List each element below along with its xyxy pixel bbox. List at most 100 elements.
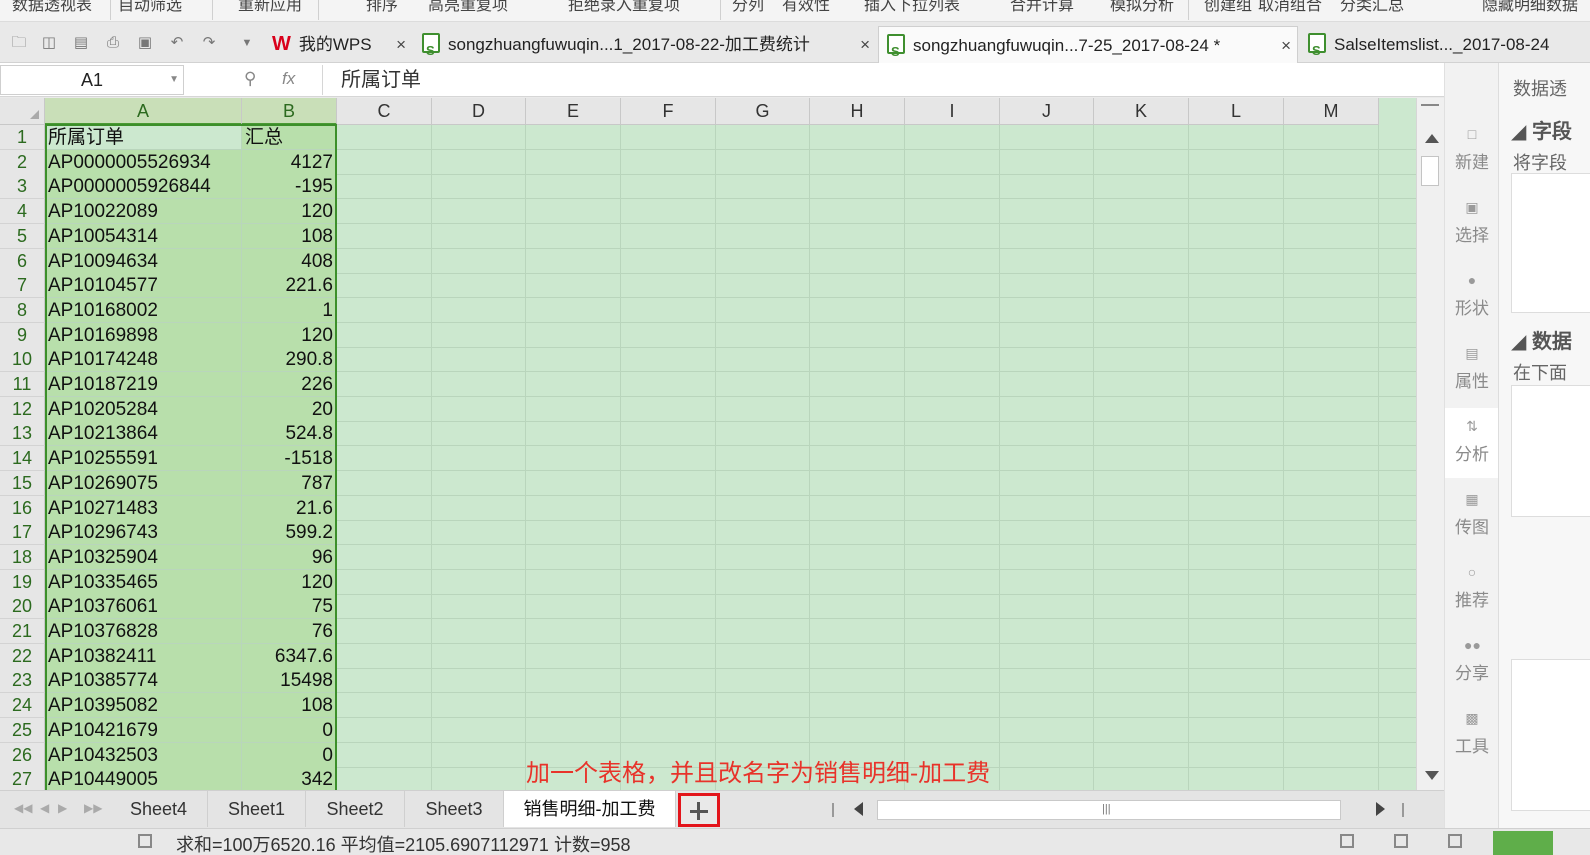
cell-order-id[interactable]: AP10296743	[45, 520, 242, 546]
cell-total[interactable]: 15498	[242, 668, 337, 694]
cell-order-id[interactable]: AP10421679	[45, 717, 242, 743]
tab-workbook-processing-fee[interactable]: songzhuangfuwuqin...1_2017-08-22-加工费统计 ×	[414, 26, 876, 69]
cell-total[interactable]: 21.6	[242, 495, 337, 521]
cell-order-id[interactable]: AP10022089	[45, 199, 242, 225]
export-pdf-icon[interactable]: ▤	[72, 34, 90, 52]
close-tab-icon[interactable]: ×	[396, 26, 406, 63]
row-header[interactable]: 23	[0, 668, 45, 694]
ribbon-command[interactable]: 重新应用	[238, 0, 302, 15]
cell-total[interactable]: -1518	[242, 446, 337, 472]
column-header-k[interactable]: K	[1094, 98, 1189, 125]
print-preview-icon[interactable]: ▣	[136, 34, 154, 52]
values-area-box[interactable]	[1511, 659, 1590, 811]
row-header[interactable]: 3	[0, 174, 45, 200]
sheet-tab[interactable]: 销售明细-加工费	[504, 791, 676, 827]
cell-order-id[interactable]: AP10168002	[45, 297, 242, 323]
column-header-e[interactable]: E	[526, 98, 621, 125]
cell-order-id[interactable]: AP10325904	[45, 544, 242, 570]
ribbon-command[interactable]: 取消组合	[1258, 0, 1322, 15]
scroll-left-icon[interactable]	[854, 802, 863, 816]
pane-splitter[interactable]	[1402, 803, 1404, 817]
cell-total[interactable]: 226	[242, 372, 337, 397]
page-break-icon[interactable]	[1448, 834, 1462, 848]
cell-total[interactable]: 1	[242, 297, 337, 323]
row-header[interactable]: 15	[0, 470, 45, 496]
name-box[interactable]: A1 ▼	[0, 65, 184, 95]
ribbon-command[interactable]: 创建组	[1204, 0, 1252, 15]
row-header[interactable]: 22	[0, 643, 45, 669]
redo-icon[interactable]: ↷	[200, 34, 218, 52]
sheet-tab[interactable]: Sheet4	[110, 791, 208, 827]
column-header-b[interactable]: B	[242, 98, 337, 125]
column-header-j[interactable]: J	[1000, 98, 1094, 125]
undo-icon[interactable]: ↶	[168, 34, 186, 52]
cell-order-id[interactable]: AP10335465	[45, 569, 242, 595]
close-tab-icon[interactable]: ×	[1281, 27, 1291, 64]
cell-total[interactable]: 787	[242, 470, 337, 496]
ribbon-command[interactable]: 拒绝录入重复项	[568, 0, 680, 15]
cell-order-id[interactable]: AP10382411	[45, 643, 242, 669]
scroll-right-icon[interactable]	[1376, 802, 1385, 816]
side-tool-shape[interactable]: ● 形状	[1445, 262, 1499, 332]
row-header[interactable]: 2	[0, 149, 45, 175]
cell-order-id[interactable]: AP10376828	[45, 619, 242, 644]
row-header[interactable]: 5	[0, 223, 45, 249]
cell-order-id[interactable]: AP10174248	[45, 347, 242, 373]
cell-total[interactable]: 76	[242, 619, 337, 644]
horizontal-scrollbar[interactable]: |||	[877, 800, 1341, 820]
ribbon-command[interactable]: 自动筛选	[118, 0, 182, 15]
column-header-a[interactable]: A	[45, 98, 242, 125]
side-tool-property[interactable]: ▤ 属性	[1445, 335, 1499, 405]
ribbon-command[interactable]: 插入下拉列表	[864, 0, 960, 15]
side-tool-image-upload[interactable]: ▦ 传图	[1445, 481, 1499, 551]
ribbon-command[interactable]: 排序	[366, 0, 398, 15]
cell-order-id[interactable]: AP10169898	[45, 322, 242, 348]
cell-total[interactable]: 75	[242, 594, 337, 620]
side-tool-analyze[interactable]: ⇅ 分析	[1445, 408, 1499, 478]
next-sheet-icon[interactable]: ▶	[58, 801, 67, 815]
filter-area-box[interactable]	[1511, 385, 1590, 517]
row-header[interactable]: 16	[0, 495, 45, 521]
cell-total[interactable]: 290.8	[242, 347, 337, 373]
column-header-l[interactable]: L	[1189, 98, 1284, 125]
cell-order-id[interactable]: AP10054314	[45, 223, 242, 249]
cell-order-id[interactable]: AP10376061	[45, 594, 242, 620]
cell-total[interactable]: 0	[242, 717, 337, 743]
select-all-corner[interactable]	[0, 98, 45, 125]
cell-order-id[interactable]: AP10187219	[45, 372, 242, 397]
cell-order-id[interactable]: AP10205284	[45, 396, 242, 422]
cell-total[interactable]: 汇总	[242, 125, 337, 150]
row-header[interactable]: 11	[0, 372, 45, 397]
cell-order-id[interactable]: AP10385774	[45, 668, 242, 694]
prev-sheet-icon[interactable]: ◀	[40, 801, 49, 815]
row-header[interactable]: 26	[0, 742, 45, 768]
cell-order-id[interactable]: AP10449005	[45, 767, 242, 790]
cell-order-id[interactable]: 所属订单	[45, 125, 242, 150]
row-header[interactable]: 1	[0, 125, 45, 150]
row-header[interactable]: 21	[0, 619, 45, 644]
field-list-box[interactable]	[1511, 173, 1590, 313]
ribbon-command[interactable]: 分列	[732, 0, 764, 15]
cell-total[interactable]: 221.6	[242, 273, 337, 299]
last-sheet-icon[interactable]: ▶▶	[84, 801, 102, 815]
cell-total[interactable]: 342	[242, 767, 337, 790]
vertical-scroll-thumb[interactable]	[1421, 156, 1439, 186]
add-sheet-button[interactable]	[678, 793, 720, 827]
cell-total[interactable]: 108	[242, 223, 337, 249]
cell-total[interactable]: 96	[242, 544, 337, 570]
normal-view-icon[interactable]	[1340, 834, 1354, 848]
sheet-tab[interactable]: Sheet1	[208, 791, 306, 827]
row-header[interactable]: 14	[0, 446, 45, 472]
split-handle[interactable]	[1421, 104, 1439, 108]
tab-splitter[interactable]	[832, 803, 834, 817]
row-header[interactable]: 4	[0, 199, 45, 225]
macro-icon[interactable]	[138, 834, 152, 848]
sheet-tab[interactable]: Sheet2	[306, 791, 405, 827]
formula-input[interactable]: 所属订单	[322, 65, 1442, 95]
eye-protection-toggle[interactable]	[1493, 831, 1553, 855]
name-box-dropdown-icon[interactable]: ▼	[169, 66, 179, 94]
row-header[interactable]: 12	[0, 396, 45, 422]
row-header[interactable]: 25	[0, 717, 45, 743]
row-header[interactable]: 7	[0, 273, 45, 299]
side-tool-share[interactable]: ●● 分享	[1445, 627, 1499, 697]
